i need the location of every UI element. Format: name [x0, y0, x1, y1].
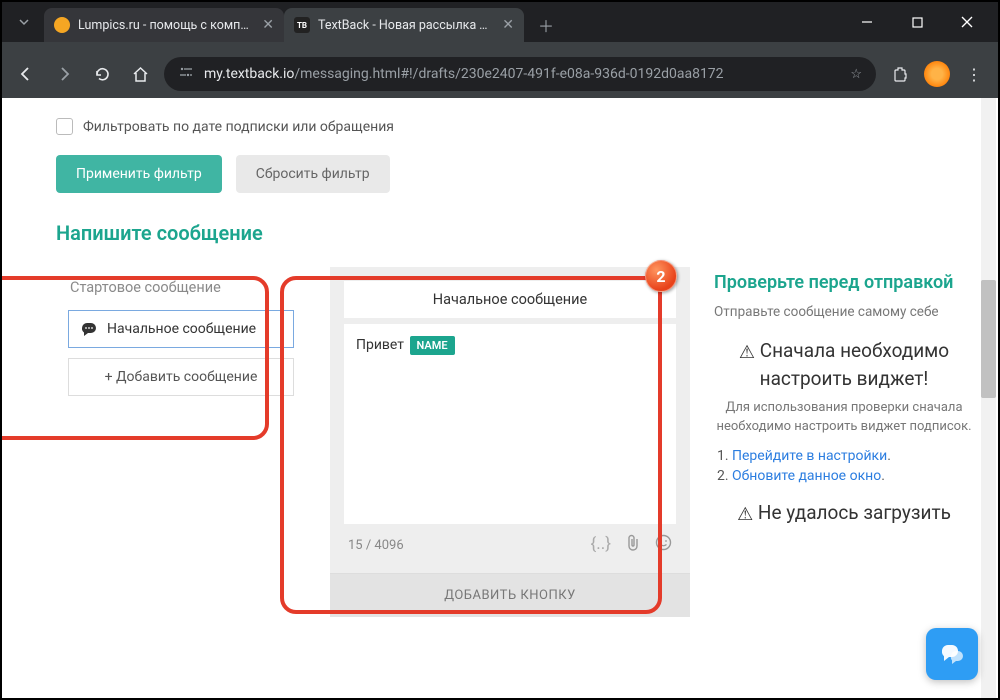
- list-item: Обновите данное окно.: [732, 468, 974, 484]
- browser-tab-0[interactable]: Lumpics.ru - помощь с компью ✕: [44, 8, 284, 42]
- back-button[interactable]: [12, 60, 40, 88]
- warning-body: Для использования проверки сначала необх…: [714, 399, 974, 435]
- tab-bar: Lumpics.ru - помощь с компью ✕ TB TextBa…: [2, 2, 998, 42]
- steps-list: Перейдите в настройки. Обновите данное о…: [714, 448, 974, 484]
- start-message-label: Стартовое сообщение: [68, 279, 294, 296]
- tab-title: TextBack - Новая рассылка Тех: [318, 18, 494, 33]
- compose-section-title: Напишите сообщение: [56, 221, 974, 245]
- editor-title: Начальное сообщение: [344, 281, 676, 318]
- verify-title: Проверьте перед отправкой: [714, 271, 974, 294]
- step-badge-2: 2: [645, 260, 677, 292]
- reload-button[interactable]: [88, 60, 116, 88]
- variable-chip-name[interactable]: NAME: [410, 336, 455, 355]
- url-text: my.textback.io/messaging.html#!/drafts/2…: [204, 66, 724, 82]
- message-item-selected[interactable]: Начальное сообщение: [68, 310, 294, 348]
- warning-load-failed: ⚠ Не удалось загрузить: [714, 500, 974, 527]
- filter-date-label: Фильтровать по дате подписки или обращен…: [83, 119, 394, 135]
- filter-date-checkbox[interactable]: [56, 118, 73, 135]
- warning-icon: ⚠: [737, 503, 753, 527]
- warning-title: Сначала необходимо настроить виджет!: [760, 339, 949, 389]
- favicon-icon: [54, 17, 70, 33]
- tab-title: Lumpics.ru - помощь с компью: [78, 18, 254, 33]
- attach-file-icon[interactable]: [625, 534, 641, 557]
- warning-title-2: Не удалось загрузить: [758, 501, 951, 524]
- browser-tab-1[interactable]: TB TextBack - Новая рассылка Тех ✕: [284, 8, 524, 42]
- message-item-label: Начальное сообщение: [107, 321, 256, 337]
- maximize-button[interactable]: [894, 6, 940, 38]
- apply-filter-button[interactable]: Применить фильтр: [56, 155, 222, 193]
- extensions-button[interactable]: [886, 60, 914, 88]
- window-controls: [844, 6, 990, 38]
- add-message-button[interactable]: + Добавить сообщение: [68, 358, 294, 396]
- profile-avatar[interactable]: [924, 61, 950, 87]
- favicon-icon: TB: [294, 17, 310, 33]
- message-editor-panel: Начальное сообщение Привет NAME 15 / 409…: [330, 267, 690, 617]
- chat-icon: [939, 642, 965, 666]
- browser-chrome: Lumpics.ru - помощь с компью ✕ TB TextBa…: [2, 2, 998, 98]
- close-icon[interactable]: ✕: [262, 17, 274, 33]
- site-settings-icon[interactable]: [178, 65, 194, 83]
- chat-bubble-icon: [81, 322, 97, 336]
- tabs-dropdown[interactable]: [10, 8, 38, 36]
- emoji-icon[interactable]: [655, 534, 672, 557]
- scrollbar-thumb[interactable]: [981, 280, 996, 398]
- scrollbar-track[interactable]: [981, 98, 996, 698]
- goto-settings-link[interactable]: Перейдите в настройки: [732, 448, 887, 464]
- reset-filter-button[interactable]: Сбросить фильтр: [236, 155, 390, 193]
- add-button-button[interactable]: ДОБАВИТЬ КНОПКУ: [330, 573, 690, 617]
- forward-button[interactable]: [50, 60, 78, 88]
- bookmark-icon[interactable]: ☆: [850, 67, 862, 82]
- menu-button[interactable]: ⋮: [960, 60, 988, 88]
- address-bar: my.textback.io/messaging.html#!/drafts/2…: [2, 50, 998, 98]
- url-input[interactable]: my.textback.io/messaging.html#!/drafts/2…: [164, 57, 876, 91]
- warning-icon: ⚠: [739, 341, 755, 365]
- home-button[interactable]: [126, 60, 154, 88]
- list-item: Перейдите в настройки.: [732, 448, 974, 464]
- insert-variable-icon[interactable]: {..}: [591, 534, 611, 557]
- compose-columns: Стартовое сообщение Начальное сообщение …: [56, 267, 974, 617]
- verify-panel: Проверьте перед отправкой Отправьте сооб…: [714, 267, 974, 539]
- close-icon[interactable]: ✕: [502, 17, 514, 33]
- message-list-panel: Стартовое сообщение Начальное сообщение …: [56, 267, 306, 410]
- editor-text: Привет: [356, 337, 404, 353]
- minimize-button[interactable]: [844, 6, 890, 38]
- editor-footer: 15 / 4096 {..}: [344, 524, 676, 559]
- verify-subtitle: Отправьте сообщение самому себе: [714, 304, 974, 320]
- page-content: Фильтровать по дате подписки или обращен…: [2, 98, 998, 698]
- close-window-button[interactable]: [944, 6, 990, 38]
- warning-widget-setup: ⚠ Сначала необходимо настроить виджет! Д…: [714, 338, 974, 435]
- char-counter: 15 / 4096: [348, 538, 404, 553]
- refresh-window-link[interactable]: Обновите данное окно: [732, 468, 881, 484]
- chat-fab[interactable]: [926, 628, 978, 680]
- message-textarea[interactable]: Привет NAME: [344, 324, 676, 524]
- filter-date-row: Фильтровать по дате подписки или обращен…: [56, 118, 974, 135]
- filter-buttons: Применить фильтр Сбросить фильтр: [56, 155, 974, 193]
- new-tab-button[interactable]: ＋: [532, 11, 560, 39]
